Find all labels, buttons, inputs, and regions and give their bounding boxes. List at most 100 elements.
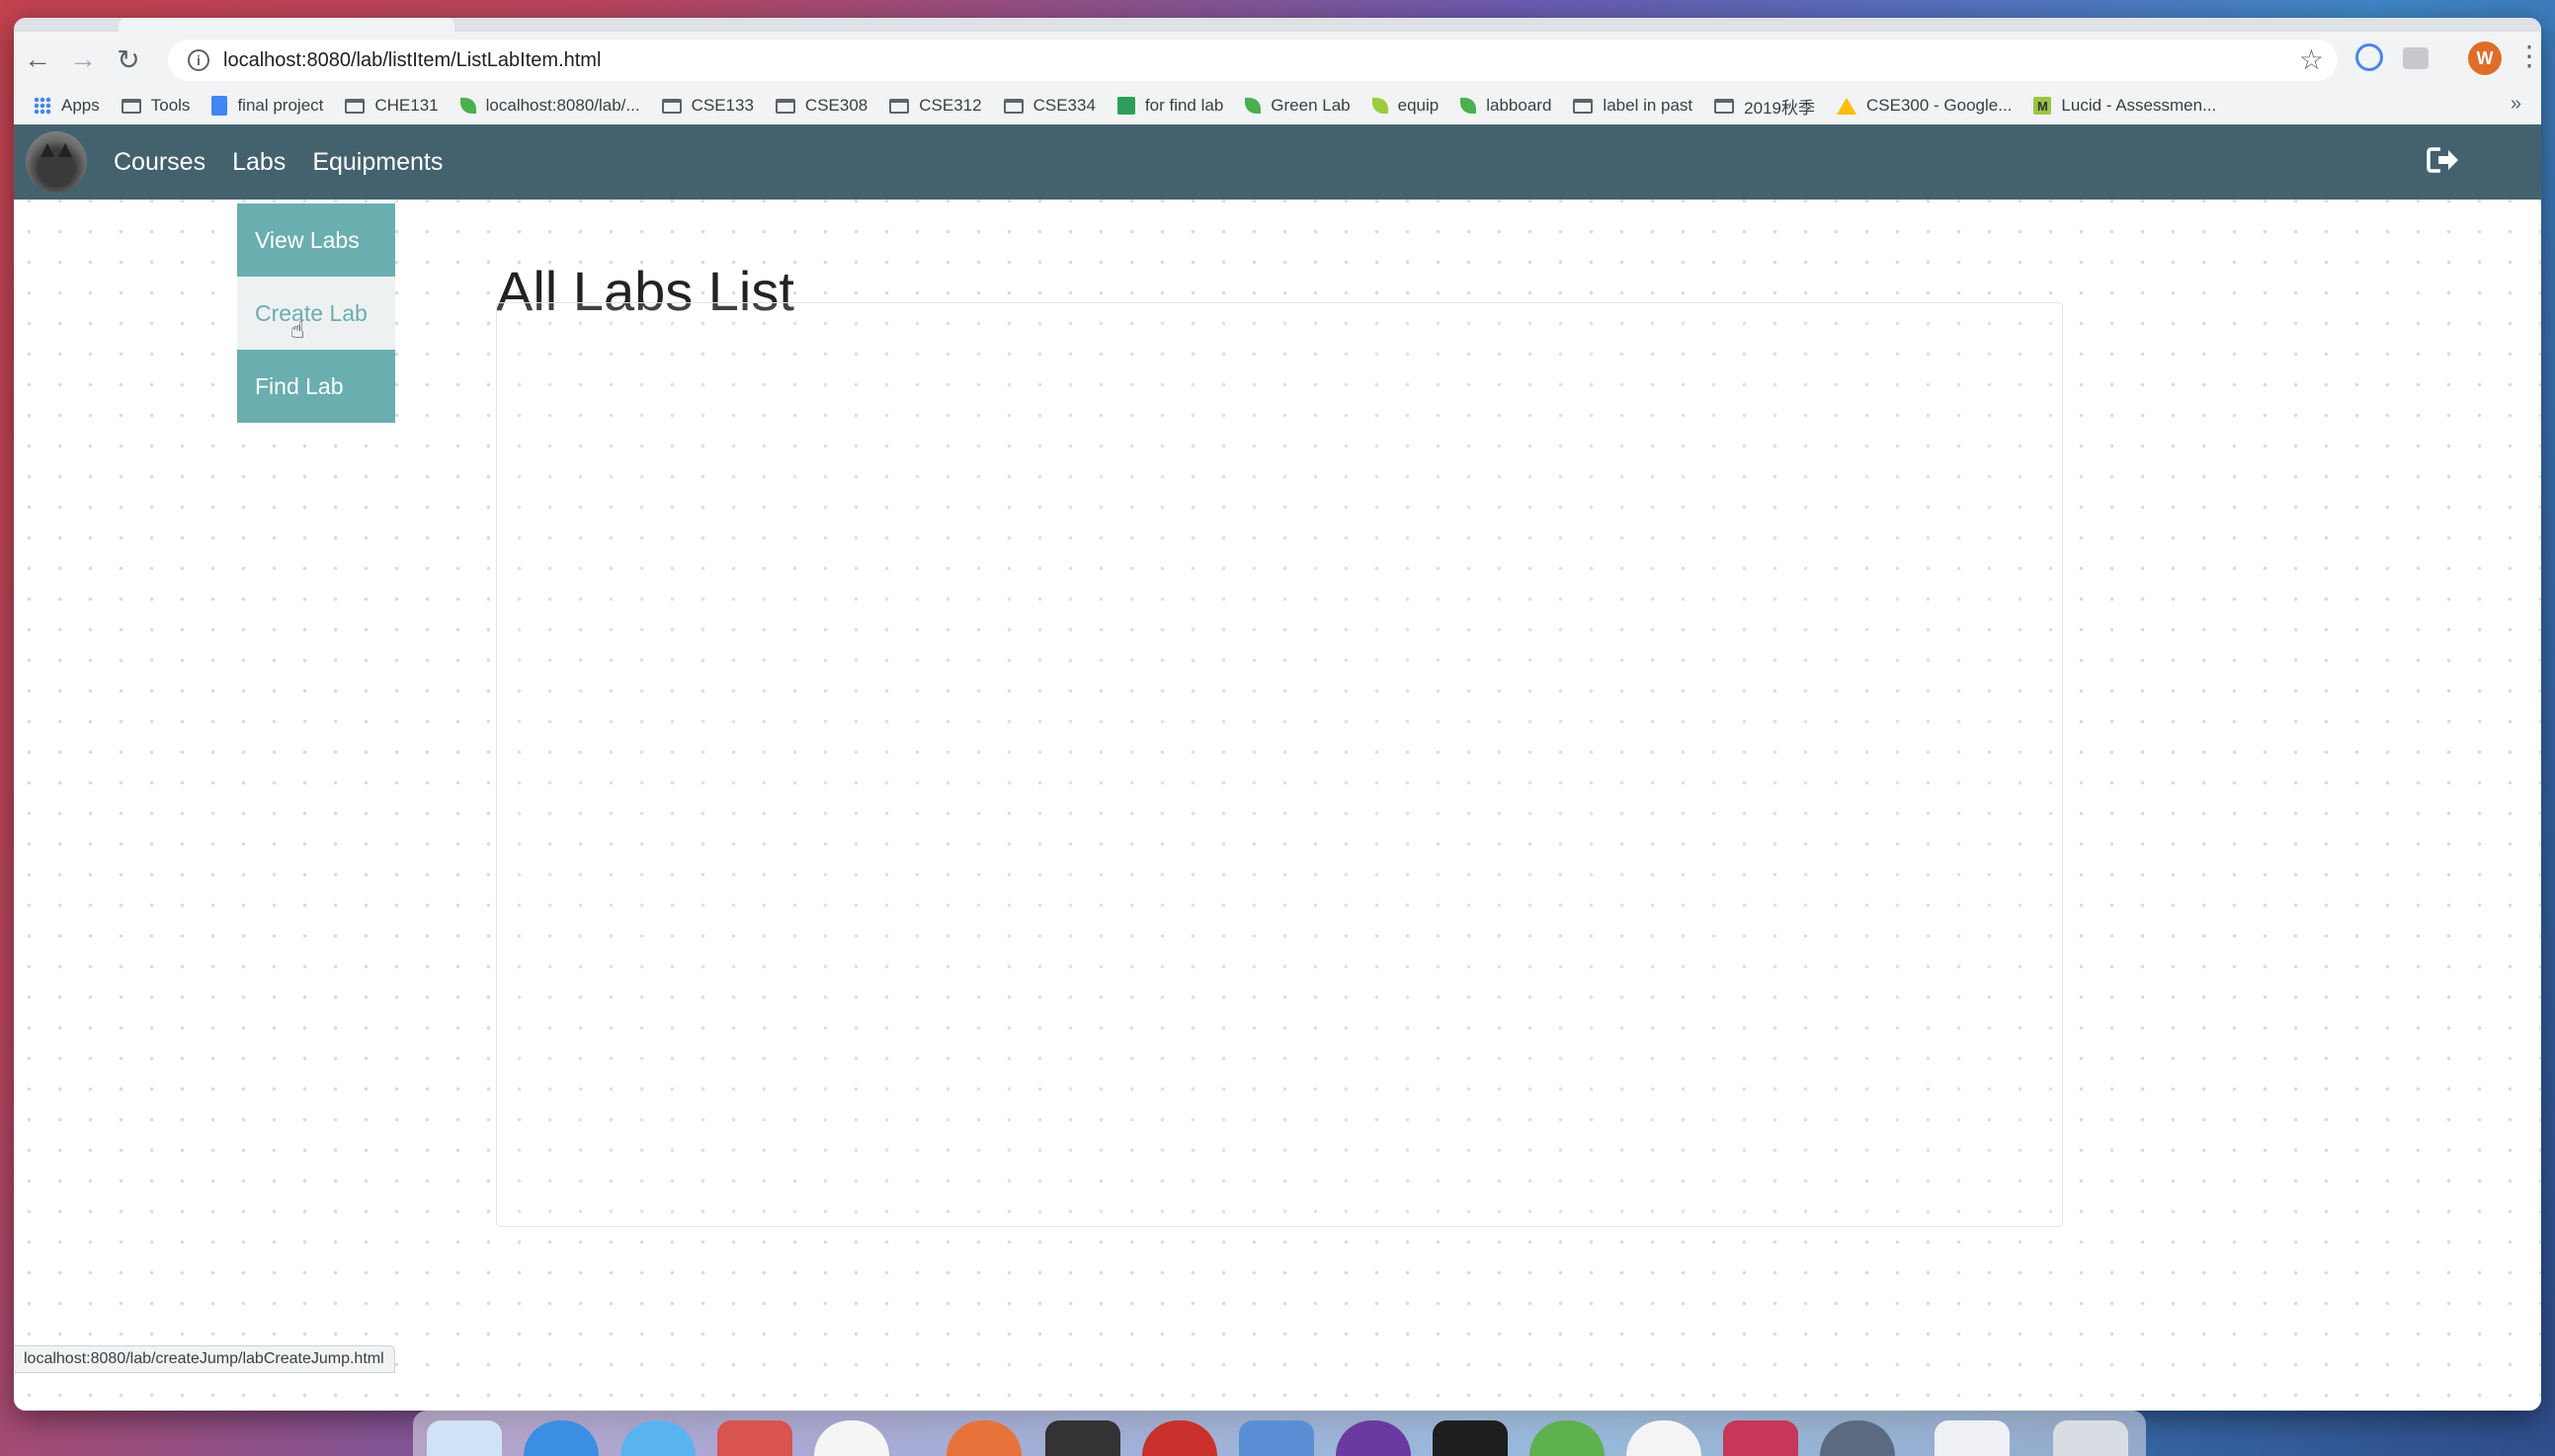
bookmark-label: Tools [150, 96, 191, 115]
active-tab[interactable] [119, 18, 454, 32]
document-icon[interactable] [1935, 1420, 2010, 1456]
finder-icon[interactable] [427, 1420, 502, 1456]
trash-icon[interactable] [2053, 1420, 2128, 1456]
browser-toolbar: ← → ↻ i localhost:8080/lab/listItem/List… [14, 32, 2541, 87]
browser-window: ← → ↻ i localhost:8080/lab/listItem/List… [14, 18, 2541, 1411]
bookmarks-overflow-icon[interactable]: » [2511, 93, 2521, 116]
bookmark-label: CSE133 [691, 96, 754, 115]
bookmark-cse300[interactable]: CSE300 - Google... [1836, 96, 2013, 116]
bookmark-label: localhost:8080/lab/... [485, 96, 640, 115]
menu-item-find-lab[interactable]: Find Lab [237, 350, 395, 423]
bookmark-label: labboard [1486, 96, 1552, 115]
extension-icon[interactable] [2355, 43, 2383, 71]
bookmark-cse133[interactable]: CSE133 [661, 96, 754, 116]
bookmark-label: final project [237, 96, 324, 115]
lucid-icon: M [2033, 97, 2052, 115]
menu-item-label: Create Lab [255, 299, 368, 326]
bookmark-label: for find lab [1144, 96, 1224, 115]
reload-icon[interactable]: ↻ [107, 38, 150, 81]
bookmark-label-in-past[interactable]: label in past [1573, 96, 1692, 116]
bookmark-cse308[interactable]: CSE308 [775, 96, 868, 116]
folder-icon [775, 98, 795, 114]
terminal-icon[interactable] [1433, 1420, 1508, 1456]
visual-studio-icon[interactable] [1336, 1420, 1411, 1456]
bookmark-green-lab[interactable]: Green Lab [1245, 96, 1351, 116]
safari-icon[interactable] [524, 1420, 599, 1456]
nav-courses[interactable]: Courses [114, 148, 206, 177]
apps-icon [34, 97, 51, 115]
bookmark-final-project[interactable]: final project [211, 96, 323, 116]
bookmark-label: CSE300 - Google... [1865, 96, 2013, 115]
bookmark-label: equip [1397, 96, 1440, 115]
bookmark-star-icon[interactable]: ☆ [2299, 43, 2324, 76]
mail-icon[interactable] [1239, 1420, 1314, 1456]
folder-icon [1573, 98, 1594, 114]
cast-icon[interactable] [2403, 47, 2429, 69]
bookmark-label: Green Lab [1271, 96, 1351, 115]
folder-icon [1003, 98, 1024, 114]
app-icon[interactable] [1529, 1420, 1605, 1456]
chrome-icon[interactable] [814, 1420, 889, 1456]
bookmark-localhost[interactable]: localhost:8080/lab/... [459, 96, 640, 116]
browser-menu-icon[interactable]: ⋮ [2515, 40, 2541, 72]
bookmarks-bar: Apps Tools final project CHE131 localhos… [14, 87, 2541, 125]
folder-icon [121, 98, 141, 114]
bookmark-che131[interactable]: CHE131 [345, 96, 439, 116]
labs-list-panel [496, 302, 2063, 1227]
bookmark-2019[interactable]: 2019秋季 [1714, 94, 1815, 119]
bookmark-label: 2019秋季 [1744, 98, 1815, 118]
leaf-icon [459, 98, 476, 114]
calendar-icon[interactable] [717, 1420, 792, 1456]
app-navbar: Courses Labs Equipments [14, 124, 2541, 200]
bookmark-tools[interactable]: Tools [121, 96, 191, 116]
menu-item-create-lab[interactable]: Create Lab ☝ [237, 277, 395, 350]
folder-icon [345, 98, 366, 114]
leaf-icon [1245, 98, 1262, 114]
bookmark-label: CHE131 [374, 96, 439, 115]
bookmark-label: Lucid - Assessmen... [2061, 96, 2217, 115]
bookmark-label: CSE308 [804, 96, 868, 115]
doc-icon [211, 96, 228, 116]
terminal-icon[interactable] [1045, 1420, 1120, 1456]
folder-icon [661, 98, 682, 114]
bookmark-cse312[interactable]: CSE312 [889, 96, 982, 116]
app-store-icon[interactable] [620, 1420, 696, 1456]
bookmark-labboard[interactable]: labboard [1460, 96, 1551, 116]
forward-icon[interactable]: → [61, 38, 105, 81]
bookmark-label: Apps [61, 96, 100, 115]
address-url[interactable]: localhost:8080/lab/listItem/ListLabItem.… [223, 49, 601, 72]
app-icon[interactable] [1723, 1420, 1798, 1456]
bookmark-label: CSE312 [919, 96, 982, 115]
app-icon[interactable] [1626, 1420, 1701, 1456]
bookmark-for-find-lab[interactable]: for find lab [1116, 96, 1224, 116]
labs-dropdown-menu: View Labs Create Lab ☝ Find Lab [237, 203, 395, 423]
cat-logo-avatar[interactable] [26, 131, 87, 193]
profile-avatar[interactable]: W [2468, 41, 2502, 75]
tab-strip [14, 18, 2541, 32]
yellow-leaf-icon [1371, 98, 1388, 114]
back-icon[interactable]: ← [16, 38, 59, 81]
folder-icon [889, 98, 910, 114]
green-square-icon [1116, 97, 1135, 115]
app-icon[interactable] [1820, 1420, 1895, 1456]
folder-icon [1714, 98, 1735, 114]
bookmark-label: label in past [1603, 96, 1693, 115]
app-icon[interactable] [947, 1420, 1022, 1456]
bookmark-label: CSE334 [1032, 96, 1096, 115]
leaf-icon [1460, 98, 1477, 114]
bookmark-equip[interactable]: equip [1371, 96, 1440, 116]
hand-pointer-cursor-icon: ☝ [290, 317, 305, 344]
site-info-icon[interactable]: i [188, 49, 209, 71]
logout-icon[interactable] [2427, 146, 2460, 174]
bookmark-apps[interactable]: Apps [34, 96, 100, 116]
bookmark-cse334[interactable]: CSE334 [1003, 96, 1096, 116]
nav-labs[interactable]: Labs [232, 148, 286, 177]
bookmark-lucid[interactable]: M Lucid - Assessmen... [2033, 96, 2216, 116]
app-icon[interactable] [1142, 1420, 1217, 1456]
nav-equipments[interactable]: Equipments [312, 148, 443, 177]
menu-item-view-labs[interactable]: View Labs [237, 203, 395, 277]
macos-dock [413, 1411, 2146, 1456]
link-status-bar: localhost:8080/lab/createJump/labCreateJ… [14, 1345, 395, 1373]
address-bar[interactable]: i localhost:8080/lab/listItem/ListLabIte… [168, 40, 2338, 81]
web-page: Courses Labs Equipments View Labs Create… [14, 124, 2541, 1411]
